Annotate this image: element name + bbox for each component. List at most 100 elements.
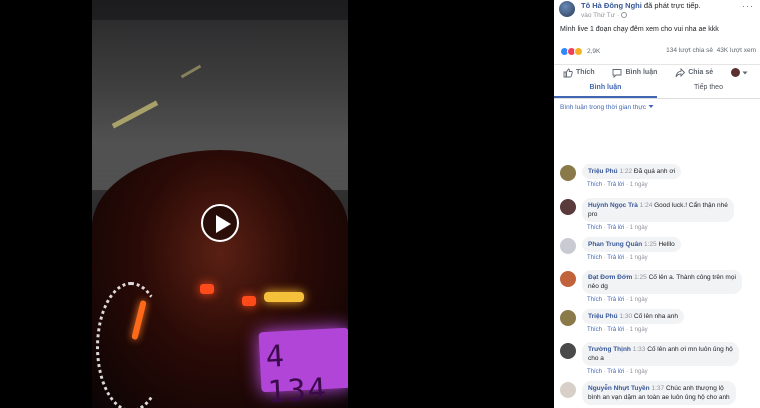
commenter-avatar[interactable]	[560, 343, 576, 359]
commenter-name[interactable]: Nguyễn Nhựt Tuyền	[588, 385, 650, 392]
separator: ·	[625, 182, 628, 188]
post-action: đã phát trực tiếp.	[643, 1, 701, 10]
comment-text-continued: pro	[588, 211, 598, 218]
tab-comments[interactable]: Bình luận	[554, 80, 657, 98]
like-label: Thích	[575, 69, 595, 76]
audience-selector[interactable]	[731, 68, 751, 77]
comment-reply-link[interactable]: Trả lời	[607, 297, 624, 303]
comment-like-link[interactable]: Thích	[587, 225, 602, 231]
separator: ·	[625, 255, 628, 261]
comment-actions: Thích · Trả lời · 1 ngày	[587, 369, 648, 375]
commenter-name[interactable]: Triệu Phú	[588, 168, 618, 175]
comment-bubble: Huỳnh Ngọc Trà 1:24 Good luck.! Cẩn thận…	[582, 198, 734, 222]
comment-filter-label: Bình luận trong thời gian thực	[560, 104, 646, 111]
separator: ·	[603, 225, 606, 231]
comment-text-continued: bình an vạn dặm an toàn ae luôn ủng hộ c…	[588, 394, 730, 401]
play-button[interactable]	[201, 204, 239, 242]
comment-actions: Thích · Trả lời · 1 ngày	[587, 182, 648, 188]
commenter-avatar[interactable]	[560, 238, 576, 254]
comment-like-link[interactable]: Thích	[587, 297, 602, 303]
like-button[interactable]: Thích	[563, 68, 595, 78]
globe-icon	[621, 12, 628, 18]
share-icon	[675, 67, 686, 77]
separator: ·	[625, 327, 628, 333]
commenter-avatar[interactable]	[560, 310, 576, 326]
comment-video-time[interactable]: 1:24	[640, 202, 653, 209]
separator: ·	[625, 297, 628, 303]
caret-down-icon	[742, 71, 748, 74]
profile-avatar-icon	[731, 68, 741, 77]
video-stage: 4 134	[0, 0, 554, 408]
commenter-avatar[interactable]	[560, 271, 576, 287]
commenter-name[interactable]: Triệu Phú	[588, 313, 618, 320]
comment-text: Đã quá anh ơi	[633, 168, 676, 175]
commenter-avatar[interactable]	[560, 382, 576, 398]
comment-reply-link[interactable]: Trả lời	[607, 255, 624, 261]
indicator-light	[264, 292, 304, 302]
odometer-display: 4 134	[258, 327, 348, 408]
comment-bubble: Triệu Phú 1:30 Cố lên nha anh	[582, 309, 684, 324]
post-panel: Tô Hà Đông Nghi đã phát trực tiếp. vào T…	[554, 0, 760, 408]
post-author-line: Tô Hà Đông Nghi đã phát trực tiếp.	[581, 1, 701, 10]
post-actions-bar: Thích Bình luận Chia sẻ	[554, 64, 760, 80]
comment-like-link[interactable]: Thích	[587, 182, 602, 188]
comment-age[interactable]: 1 ngày	[630, 225, 648, 231]
comment-bubble: Triệu Phú 1:22 Đã quá anh ơi	[582, 164, 682, 179]
comment-text: Chúc anh thượng lộ	[665, 385, 724, 392]
comment-age[interactable]: 1 ngày	[630, 255, 648, 261]
commenter-avatar[interactable]	[560, 165, 576, 181]
post-caption: Mình live 1 đoạn chạy đêm xem cho vui nh…	[560, 26, 719, 33]
comment-reply-link[interactable]: Trả lời	[607, 327, 624, 333]
comment-reply-link[interactable]: Trả lời	[607, 369, 624, 375]
comment-video-time[interactable]: 1:22	[619, 168, 632, 175]
comment-video-time[interactable]: 1:37	[651, 385, 664, 392]
share-count[interactable]: 134 lượt chia sẻ	[666, 47, 713, 54]
view-count: 43K lượt xem	[716, 47, 756, 54]
post-header: Tô Hà Đông Nghi đã phát trực tiếp. vào T…	[554, 0, 760, 88]
comment-video-time[interactable]: 1:33	[633, 346, 646, 353]
comment-text: Cố lên a. Thành công trên mọi	[648, 274, 736, 281]
comment-reply-link[interactable]: Trả lời	[607, 225, 624, 231]
comment-actions: Thích · Trả lời · 1 ngày	[587, 225, 648, 231]
more-options-button[interactable]: ···	[742, 1, 754, 11]
comment-like-link[interactable]: Thích	[587, 255, 602, 261]
author-name[interactable]: Tô Hà Đông Nghi	[581, 1, 642, 10]
comment-text: Helllo	[658, 241, 675, 248]
comment-bubble: Nguyễn Nhựt Tuyền 1:37 Chúc anh thượng l…	[582, 381, 736, 405]
comment-age[interactable]: 1 ngày	[630, 297, 648, 303]
comment-button[interactable]: Bình luận	[612, 68, 657, 78]
commenter-name[interactable]: Phan Trung Quân	[588, 241, 642, 248]
post-time[interactable]: vào Thứ Tư ·	[581, 12, 628, 19]
comment-age[interactable]: 1 ngày	[630, 327, 648, 333]
comment-like-link[interactable]: Thích	[587, 369, 602, 375]
commenter-name[interactable]: Huỳnh Ngọc Trà	[588, 202, 638, 209]
reaction-summary[interactable]: 2,9K	[560, 46, 600, 56]
comment-label: Bình luận	[625, 69, 658, 76]
comment-video-time[interactable]: 1:25	[634, 274, 647, 281]
commenter-avatar[interactable]	[560, 199, 576, 215]
comment-age[interactable]: 1 ngày	[630, 369, 648, 375]
comment-video-time[interactable]: 1:30	[619, 313, 632, 320]
author-avatar[interactable]	[559, 1, 575, 17]
commenter-name[interactable]: Trường Thịnh	[588, 346, 631, 353]
comment-icon	[613, 68, 622, 78]
separator: ·	[603, 182, 606, 188]
tab-up-next[interactable]: Tiếp theo	[657, 80, 760, 98]
separator: ·	[603, 297, 606, 303]
separator: ·	[625, 369, 628, 375]
comment-text-continued: cho a	[588, 355, 604, 362]
post-time-label: vào Thứ Tư ·	[581, 12, 620, 19]
comment-filter-dropdown[interactable]: Bình luận trong thời gian thực	[560, 104, 654, 111]
comment-bubble: Trường Thịnh 1:33 Cố lên anh ơi mn luôn …	[582, 342, 739, 366]
comment-like-link[interactable]: Thích	[587, 327, 602, 333]
share-button[interactable]: Chia sẻ	[675, 67, 713, 78]
comment-bubble: Đạt Đơm Đớm 1:25 Cố lên a. Thành công tr…	[582, 270, 742, 294]
odometer-reading: 4 134	[264, 339, 329, 408]
comment-text: Good luck.! Cẩn thận nhé	[654, 202, 728, 209]
comment-age[interactable]: 1 ngày	[630, 182, 648, 188]
comment-reply-link[interactable]: Trả lời	[607, 182, 624, 188]
comment-actions: Thích · Trả lời · 1 ngày	[587, 297, 648, 303]
separator: ·	[625, 225, 628, 231]
comment-video-time[interactable]: 1:25	[644, 241, 657, 248]
commenter-name[interactable]: Đạt Đơm Đớm	[588, 274, 632, 281]
